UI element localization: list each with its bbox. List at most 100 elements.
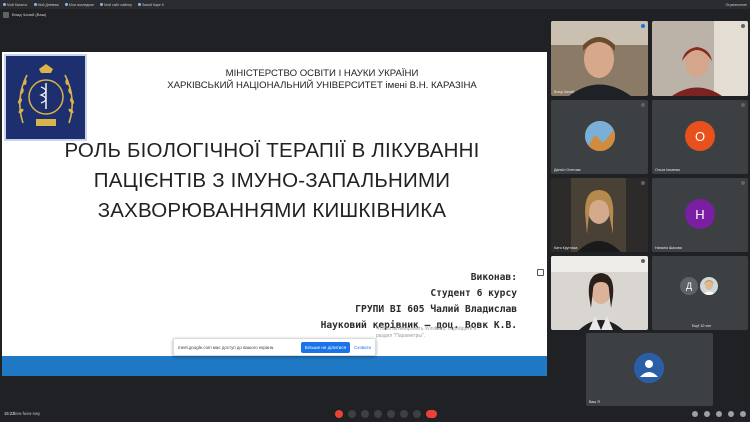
bookmark-label: Мой сайт лайнер bbox=[104, 2, 132, 7]
expand-icon[interactable] bbox=[537, 269, 544, 276]
lock-icon[interactable] bbox=[740, 410, 746, 417]
university-emblem-icon bbox=[17, 63, 74, 126]
avatar bbox=[700, 277, 718, 295]
mic-off-icon bbox=[741, 181, 745, 185]
bookmark-label: Мой Каталог bbox=[7, 2, 28, 7]
participant-tile[interactable]: Н Наталія Шахова bbox=[652, 178, 748, 252]
bookmark-item[interactable]: Мой Дневник bbox=[33, 2, 59, 7]
slide-title: РОЛЬ БІОЛОГІЧНОЇ ТЕРАПІЇ В ЛІКУВАННІ ПАЦ… bbox=[42, 136, 502, 226]
more-options-button[interactable] bbox=[413, 409, 421, 418]
title-line: ЗАХВОРЮВАННЯМИ КИШКІВНИКА bbox=[97, 199, 447, 222]
university-logo bbox=[4, 54, 87, 141]
bookmark-item[interactable]: Мой Каталог bbox=[3, 3, 28, 7]
speaking-icon bbox=[641, 24, 645, 28]
avatar: О bbox=[685, 121, 715, 151]
slide-header: МІНІСТЕРСТВО ОСВІТИ І НАУКИ УКРАЇНИ ХАРК… bbox=[102, 68, 542, 92]
raise-hand-button[interactable] bbox=[400, 409, 408, 418]
bookmark-item[interactable]: Мой сайт лайнер bbox=[100, 3, 132, 7]
participant-video bbox=[551, 256, 648, 330]
avatar-photo bbox=[585, 121, 615, 151]
screen-share-notice: meet.google.com має доступ до вашого екр… bbox=[173, 338, 376, 356]
self-view-tile[interactable]: Ваш Я bbox=[586, 333, 713, 406]
mic-off-icon bbox=[641, 103, 645, 107]
participant-tile[interactable]: Даниїл Олегова bbox=[551, 100, 648, 174]
captions-button[interactable] bbox=[361, 409, 369, 418]
slide-author-block: Виконав: Студент 6 курсу ГРУПИ ВІ 605 Ча… bbox=[321, 270, 517, 334]
participant-name: Катя Кругляка bbox=[554, 246, 578, 250]
participant-tile[interactable] bbox=[551, 256, 648, 330]
present-button[interactable] bbox=[387, 409, 395, 418]
presenter-name: Влад Чалий (Ваш) bbox=[12, 12, 47, 17]
participant-name: Ещё 10 чел bbox=[692, 324, 712, 328]
meeting-code[interactable]: kvw-fuvw-nwy bbox=[14, 411, 40, 416]
participant-video bbox=[551, 21, 648, 96]
title-line: ПАЦІЄНТІВ З ІМУНО-ЗАПАЛЬНИМИ bbox=[93, 169, 451, 192]
presenter-bar: Влад Чалий (Ваш) bbox=[0, 9, 750, 20]
participant-tile[interactable] bbox=[652, 21, 748, 96]
author-course: Студент 6 курсу bbox=[430, 288, 517, 299]
title-line: РОЛЬ БІОЛОГІЧНОЇ ТЕРАПІЇ В ЛІКУВАННІ bbox=[64, 139, 480, 162]
call-controls bbox=[335, 409, 437, 418]
info-icon[interactable] bbox=[692, 410, 698, 417]
bookmark-label: Мой Дневник bbox=[37, 2, 59, 7]
shared-slide: МІНІСТЕРСТВО ОСВІТИ І НАУКИ УКРАЇНИ ХАРК… bbox=[2, 52, 547, 376]
hide-button[interactable]: Сховати bbox=[354, 345, 371, 350]
participant-tile[interactable]: Влад Чалий bbox=[551, 21, 648, 96]
university-line: ХАРКІВСЬКИЙ НАЦІОНАЛЬНИЙ УНІВЕРСИТЕТ іме… bbox=[167, 80, 477, 91]
participant-name: Влад Чалий bbox=[554, 90, 575, 94]
meeting-clock: 15:23 bbox=[4, 411, 15, 416]
side-controls bbox=[692, 410, 746, 417]
avatar bbox=[634, 353, 664, 383]
end-call-button[interactable] bbox=[426, 409, 437, 418]
bookmark-icon bbox=[64, 3, 68, 6]
participant-name: Наталія Шахова bbox=[655, 246, 682, 250]
chat-icon[interactable] bbox=[716, 410, 722, 417]
avatar: Д bbox=[680, 277, 698, 295]
camera-toggle-button[interactable] bbox=[348, 409, 356, 418]
participant-name: Ваш Я bbox=[589, 400, 600, 404]
author-group: ГРУПИ ВІ 605 Чалий Владислав bbox=[355, 304, 517, 315]
share-message: meet.google.com має доступ до вашого екр… bbox=[178, 344, 275, 350]
participant-group-tile[interactable]: Д Ещё 10 чел bbox=[652, 256, 748, 330]
participant-name: Ольга Ільченко bbox=[655, 168, 681, 172]
bookmarks-overflow[interactable]: Ограничение bbox=[726, 3, 747, 7]
bookmark-icon bbox=[3, 3, 6, 6]
people-icon[interactable] bbox=[704, 410, 710, 417]
avatar-photo bbox=[634, 353, 664, 383]
watermark-line: Чтобы активировать Windows, перейдите в bbox=[376, 326, 477, 332]
reactions-button[interactable] bbox=[374, 409, 382, 418]
bookmark-label: Ливой Каре 9 bbox=[141, 2, 164, 7]
bookmark-item[interactable]: Мои последние bbox=[64, 2, 95, 7]
mic-off-icon bbox=[741, 103, 745, 107]
mic-off-icon bbox=[741, 24, 745, 28]
meeting-toolbar: 15:23 kvw-fuvw-nwy bbox=[0, 405, 750, 422]
bookmark-icon bbox=[100, 3, 104, 6]
avatar bbox=[585, 121, 615, 151]
bookmark-icon bbox=[137, 3, 141, 6]
bookmark-label: Мои последние bbox=[68, 2, 95, 7]
bookmarks-bar: Мой Каталог Мой Дневник Мои последние Мо… bbox=[0, 0, 750, 9]
participant-tile[interactable]: О Ольга Ільченко bbox=[652, 100, 748, 174]
mic-off-icon bbox=[641, 259, 645, 263]
watermark-line: раздел "Параметры". bbox=[376, 333, 426, 339]
participant-tile[interactable]: Катя Кругляка bbox=[551, 178, 648, 252]
avatar-letter: О bbox=[694, 128, 706, 144]
mic-toggle-button[interactable] bbox=[335, 409, 343, 418]
windows-activation-watermark: Чтобы активировать Windows, перейдите в … bbox=[376, 326, 477, 340]
participant-video bbox=[551, 178, 648, 252]
participant-name: Даниїл Олегова bbox=[554, 168, 581, 172]
participant-video bbox=[652, 21, 748, 96]
bookmark-icon bbox=[33, 3, 37, 6]
avatar-photo bbox=[700, 277, 718, 295]
activities-icon[interactable] bbox=[728, 410, 734, 417]
avatar-letter: Д bbox=[685, 281, 693, 291]
bookmark-item[interactable]: Ливой Каре 9 bbox=[137, 2, 164, 7]
stop-sharing-button[interactable]: Більше не ділитися bbox=[300, 341, 351, 353]
mic-off-icon bbox=[641, 181, 645, 185]
slide-footer-band bbox=[2, 356, 547, 376]
avatar-letter: Н bbox=[695, 206, 705, 222]
presentation-icon bbox=[3, 11, 9, 18]
avatar: Н bbox=[685, 199, 715, 229]
author-label: Виконав: bbox=[470, 272, 517, 283]
ministry-line: МІНІСТЕРСТВО ОСВІТИ І НАУКИ УКРАЇНИ bbox=[225, 68, 419, 79]
